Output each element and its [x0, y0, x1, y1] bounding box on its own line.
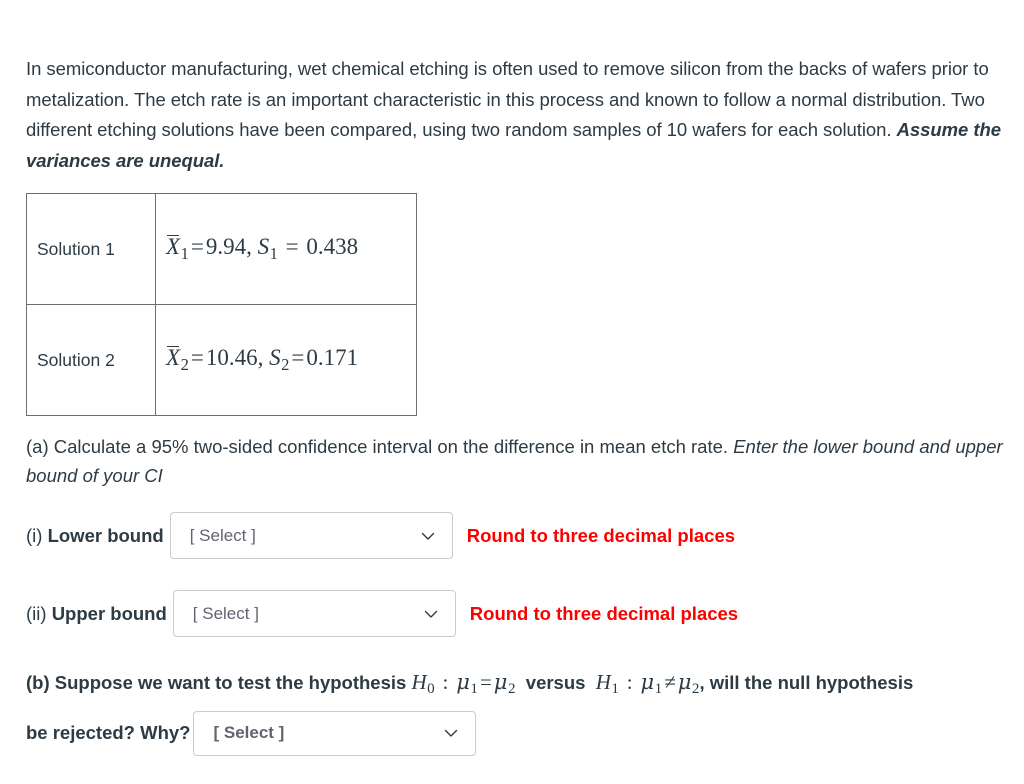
upper-bound-marker: (ii)	[26, 602, 52, 624]
mu1-symbol: μ	[456, 670, 470, 694]
table-row: Solution 1 X1=9.94, S1 = 0.438	[26, 193, 417, 305]
sd-value-1: 0.438	[306, 234, 359, 260]
separator: ,	[246, 234, 252, 260]
part-b-line2: be rejected? Why?	[26, 722, 191, 744]
equals-sign-2: =	[285, 234, 299, 260]
table-row: Solution 2 X2=10.46, S2=0.171	[26, 304, 417, 416]
sd-symbol-1: S	[257, 234, 270, 260]
sd-symbol-2: S	[269, 345, 281, 371]
lower-bound-marker: (i)	[26, 524, 48, 546]
mean-value-2: 10.46	[205, 345, 258, 371]
not-equals-sign: ≠	[664, 670, 676, 694]
mean-subscript-2: 2	[180, 354, 189, 374]
part-b-question: (b) Suppose we want to test the hypothes…	[26, 668, 1016, 756]
row-stats-solution-2: X2=10.46, S2=0.171	[155, 304, 417, 416]
separator: ,	[257, 345, 264, 371]
mu2-subscript: 2	[507, 680, 516, 697]
equals-sign: =	[190, 345, 204, 371]
colon-2: :	[626, 670, 633, 694]
equals-sign: =	[190, 234, 204, 260]
upper-bound-label: (ii) Upper bound	[26, 603, 167, 625]
reject-reason-select-value: [ Select ]	[213, 723, 285, 743]
mean-symbol-1: X	[166, 234, 181, 260]
mu1b-symbol: μ	[640, 670, 655, 694]
mu1b-subscript: 1	[654, 680, 663, 697]
reject-reason-select[interactable]: [ Select ]	[193, 710, 477, 756]
lower-bound-select[interactable]: [ Select ]	[169, 512, 453, 559]
mu1-subscript: 1	[470, 680, 478, 697]
versus-text: versus	[525, 672, 586, 693]
upper-bound-label-text: Upper bound	[51, 602, 167, 624]
h0-subscript: 0	[427, 680, 435, 697]
part-a-text: (a) Calculate a 95% two-sided confidence…	[26, 436, 734, 457]
upper-bound-round-note: Round to three decimal places	[469, 602, 739, 624]
part-a-question: (a) Calculate a 95% two-sided confidence…	[26, 432, 1011, 490]
part-b-text: (b) Suppose we want to test the hypothes…	[26, 672, 412, 693]
chevron-down-icon	[443, 725, 459, 741]
h1-symbol: H	[595, 670, 611, 694]
mean-symbol-2: X	[166, 345, 181, 371]
part-b-answer-row: be rejected? Why? [ Select ]	[26, 710, 1016, 756]
lower-bound-label-text: Lower bound	[47, 524, 164, 546]
lower-bound-round-note: Round to three decimal places	[466, 524, 736, 546]
upper-bound-row: (ii) Upper bound [ Select ] Round to thr…	[26, 590, 738, 637]
mu2-symbol: μ	[493, 670, 508, 694]
row-label-solution-2: Solution 2	[26, 304, 156, 416]
mean-value-1: 9.94	[205, 234, 247, 260]
lower-bound-select-value: [ Select ]	[189, 525, 256, 545]
chevron-down-icon	[420, 528, 436, 544]
equals-sign: =	[479, 670, 492, 694]
part-b-text-after: , will the null hypothesis	[699, 672, 914, 693]
row-stats-solution-1: X1=9.94, S1 = 0.438	[155, 193, 417, 305]
question-page: In semiconductor manufacturing, wet chem…	[0, 0, 1024, 784]
lower-bound-label: (i) Lower bound	[26, 525, 164, 547]
h0-symbol: H	[411, 670, 427, 694]
mu2b-symbol: μ	[677, 670, 692, 694]
problem-intro-text: In semiconductor manufacturing, wet chem…	[26, 58, 989, 140]
equals-sign-2: =	[291, 345, 305, 371]
h1-subscript: 1	[611, 680, 619, 697]
upper-bound-select-value: [ Select ]	[192, 603, 259, 623]
mean-subscript-1: 1	[180, 243, 189, 263]
sd-value-2: 0.171	[306, 345, 359, 371]
problem-statement: In semiconductor manufacturing, wet chem…	[26, 54, 1010, 176]
summary-statistics-table: Solution 1 X1=9.94, S1 = 0.438 Solution …	[26, 193, 417, 416]
sd-subscript-1: 1	[269, 243, 278, 263]
upper-bound-select[interactable]: [ Select ]	[172, 590, 456, 637]
lower-bound-row: (i) Lower bound [ Select ] Round to thre…	[26, 512, 735, 559]
colon: :	[442, 670, 449, 694]
row-label-solution-1: Solution 1	[26, 193, 156, 305]
chevron-down-icon	[423, 606, 439, 622]
